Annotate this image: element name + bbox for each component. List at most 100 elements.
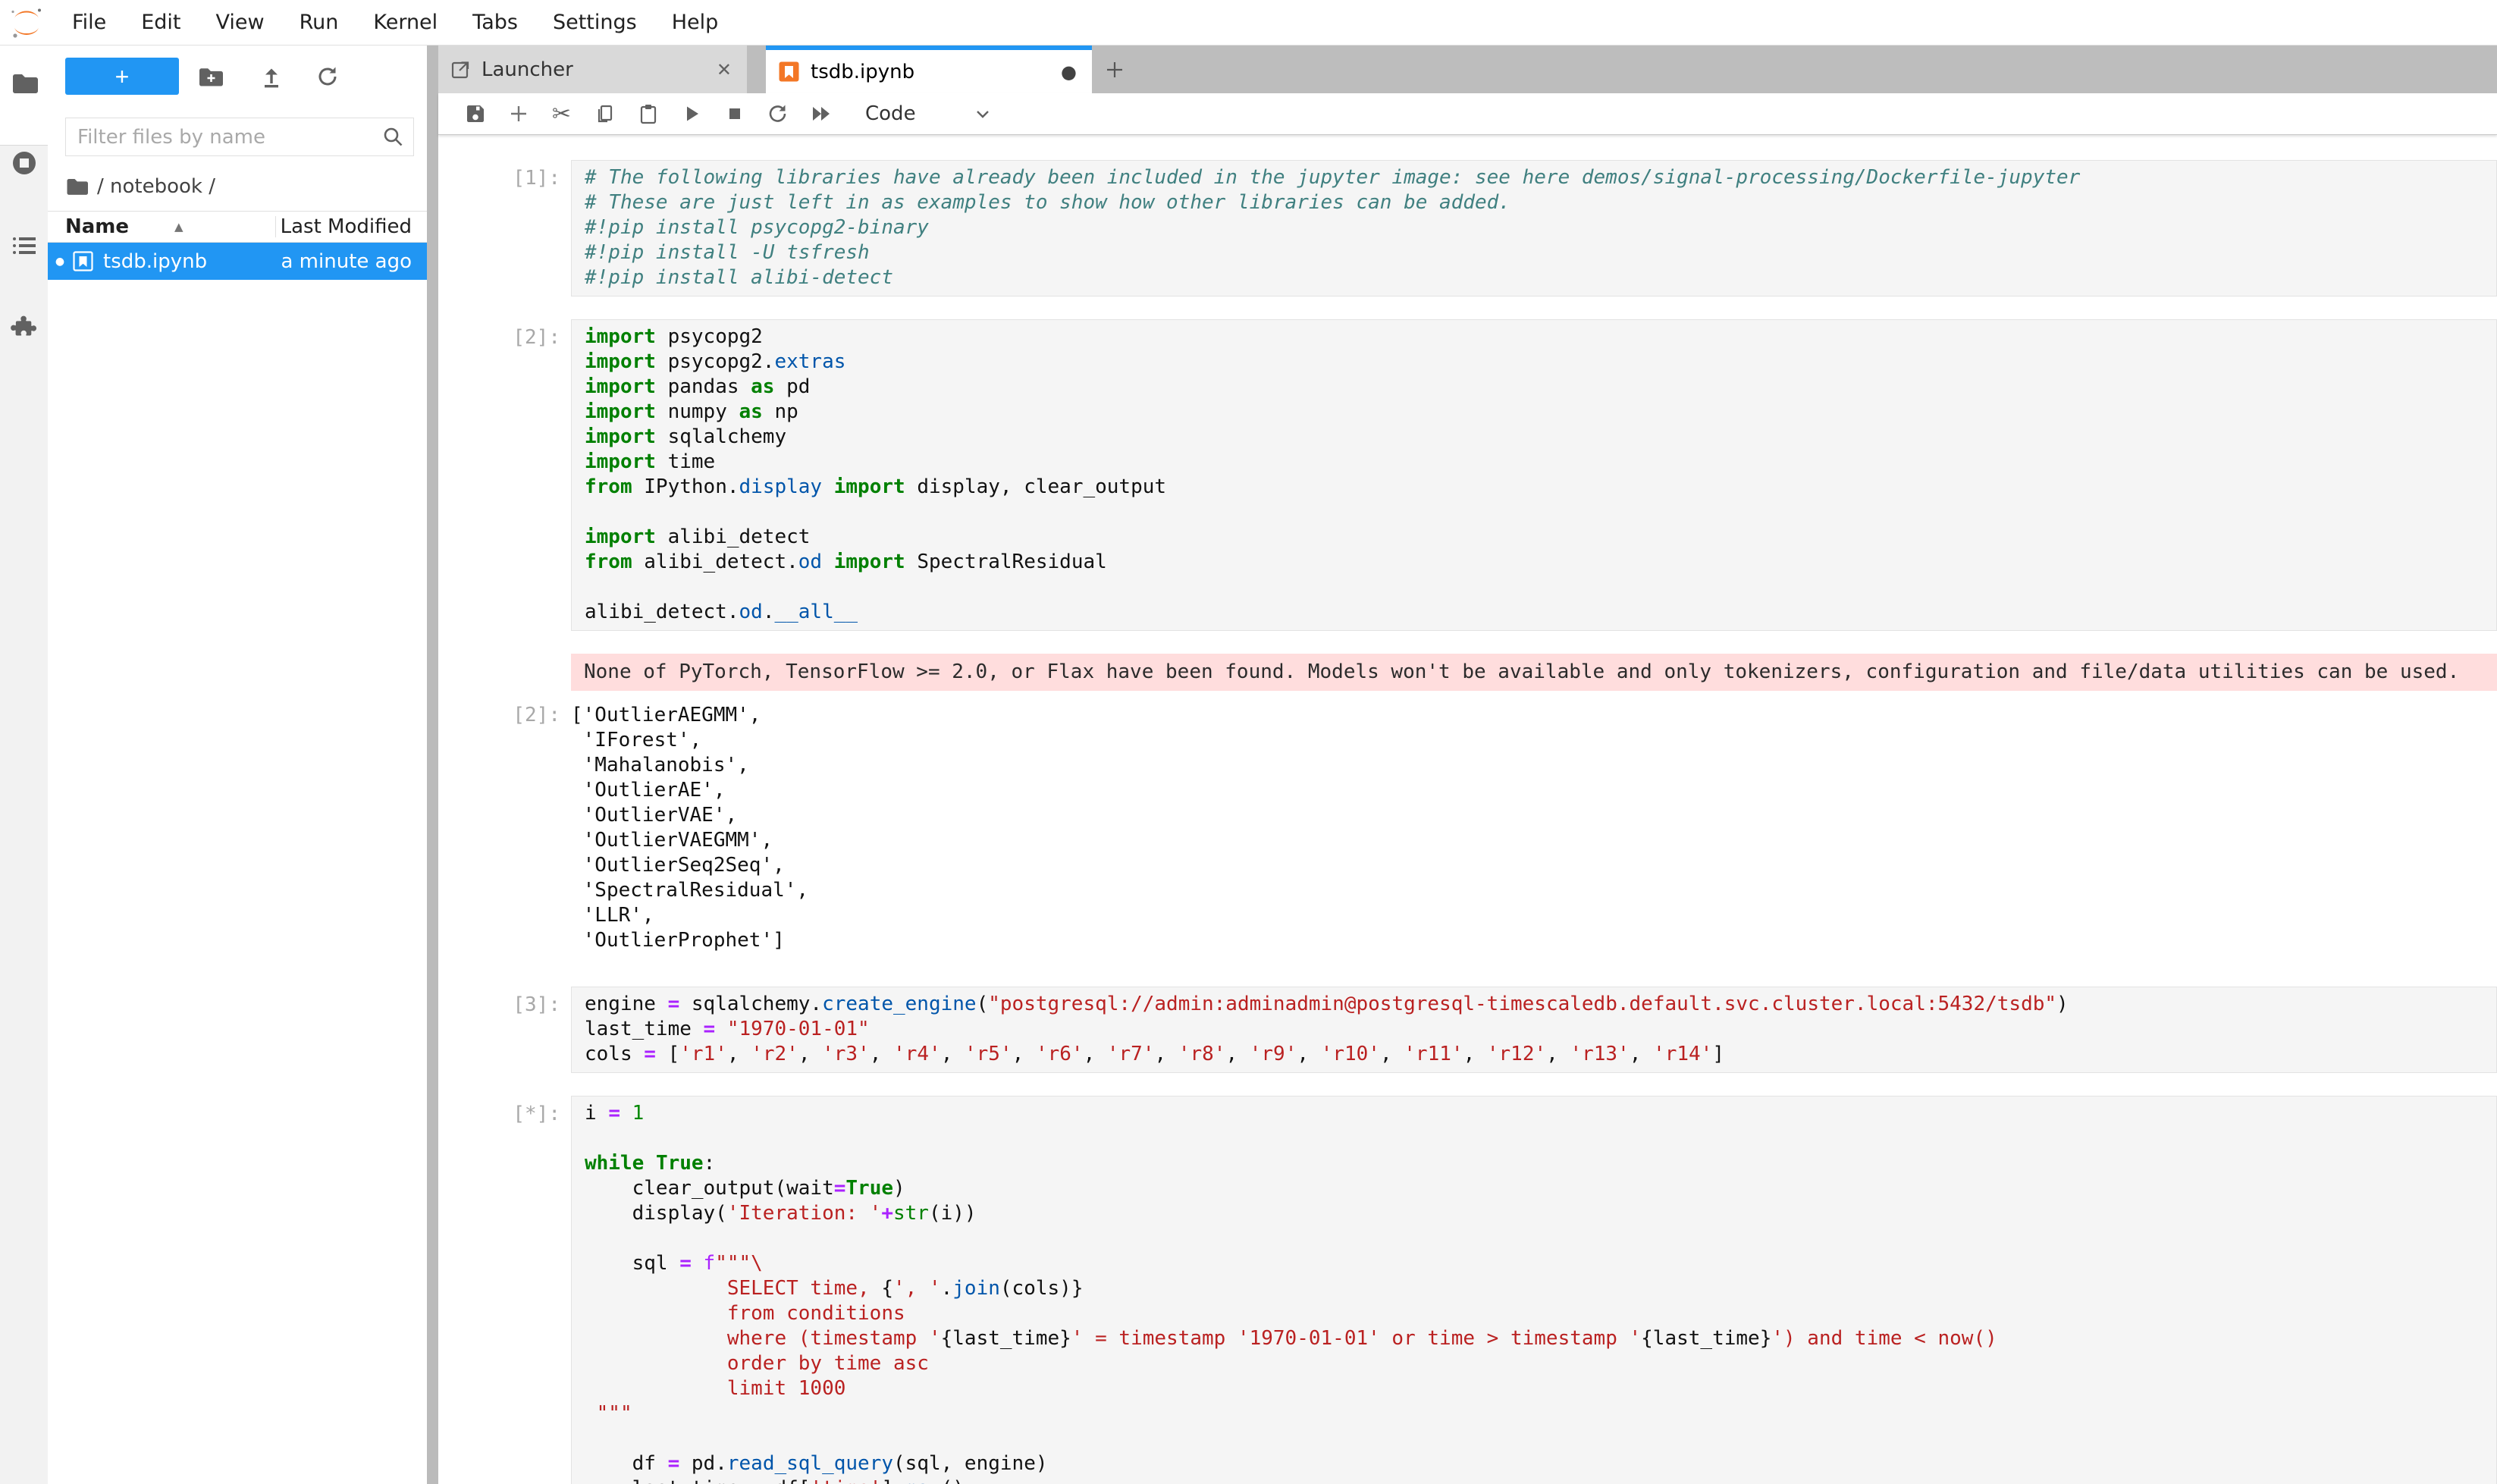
notebook-code-cell[interactable]: [*]:i = 1 while True: clear_output(wait=… — [438, 1096, 2497, 1484]
menu-item-kernel[interactable]: Kernel — [356, 0, 455, 45]
code-line: import alibi_detect — [585, 525, 2496, 550]
running-kernels-icon[interactable] — [11, 149, 38, 177]
tab-launcher[interactable]: Launcher✕ — [438, 45, 747, 93]
code-line: limit 1000 — [585, 1376, 2496, 1401]
column-last-modified[interactable]: Last Modified — [281, 215, 412, 238]
paste-cells-button[interactable] — [626, 99, 670, 129]
notebook-code-cell[interactable]: [2]:import psycopg2import psycopg2.extra… — [438, 319, 2497, 631]
code-line: i = 1 — [585, 1101, 2496, 1126]
jupyter-logo-icon — [9, 5, 44, 40]
new-tab-button[interactable] — [1092, 45, 1137, 93]
execute-result-text: ['OutlierAEGMM', 'IForest', 'Mahalanobis… — [571, 695, 808, 953]
search-icon — [381, 125, 406, 149]
code-line — [585, 1126, 2496, 1151]
code-line — [585, 500, 2496, 525]
filter-files-box — [65, 118, 414, 156]
cell-type-dropdown[interactable]: Code — [865, 102, 993, 125]
tab-tsdb-ipynb[interactable]: tsdb.ipynb● — [766, 45, 1092, 93]
code-line: # The following libraries have already b… — [585, 165, 2496, 190]
menu-item-settings[interactable]: Settings — [535, 0, 654, 45]
code-line: display('Iteration: '+str(i)) — [585, 1201, 2496, 1226]
cell-input-editor[interactable]: i = 1 while True: clear_output(wait=True… — [571, 1096, 2497, 1484]
upload-icon[interactable] — [259, 64, 284, 89]
tab-bar: Launcher✕ tsdb.ipynb● — [438, 45, 2497, 93]
notebook-file-icon — [778, 61, 800, 83]
restart-run-all-button[interactable] — [799, 99, 842, 129]
home-folder-icon[interactable] — [65, 175, 88, 198]
cell-input-prompt: [*]: — [438, 1096, 571, 1127]
menu-item-run[interactable]: Run — [282, 0, 356, 45]
copy-cells-button[interactable] — [583, 99, 626, 129]
interrupt-kernel-button[interactable] — [713, 99, 756, 129]
activity-bar — [0, 45, 48, 1484]
menu-item-edit[interactable]: Edit — [124, 0, 198, 45]
run-cell-button[interactable] — [670, 99, 713, 129]
code-line: import numpy as np — [585, 400, 2496, 425]
code-line: df = pd.read_sql_query(sql, engine) — [585, 1451, 2496, 1476]
cell-input-prompt: [3]: — [438, 987, 571, 1018]
new-launcher-button[interactable]: + — [65, 58, 179, 95]
cell-input-editor[interactable]: import psycopg2import psycopg2.extrasimp… — [571, 319, 2497, 631]
cell-output-area: [2]:['OutlierAEGMM', 'IForest', 'Mahalan… — [438, 695, 2497, 953]
cell-input-editor[interactable]: # The following libraries have already b… — [571, 160, 2497, 296]
code-line: #!pip install -U tsfresh — [585, 240, 2496, 265]
code-line: #!pip install psycopg2-binary — [585, 215, 2496, 240]
file-row-tsdb-ipynb[interactable]: ●tsdb.ipynba minute ago — [48, 243, 427, 280]
menu-item-view[interactable]: View — [198, 0, 281, 45]
add-cell-button[interactable] — [497, 99, 540, 129]
column-divider — [275, 216, 276, 237]
code-line: #!pip install alibi-detect — [585, 265, 2496, 290]
unsaved-changes-icon[interactable]: ● — [1058, 61, 1080, 83]
column-name[interactable]: Name — [48, 215, 129, 238]
refresh-icon[interactable] — [315, 64, 340, 89]
notebook-code-cell[interactable]: [1]: # The following libraries have alrea… — [438, 160, 2497, 296]
breadcrumb[interactable]: / notebook / — [65, 171, 215, 202]
code-line: import pandas as pd — [585, 375, 2496, 400]
close-icon[interactable]: ✕ — [714, 59, 735, 80]
cell-output-prompt: [2]: — [438, 695, 571, 728]
cell-input-prompt: [1]: — [438, 160, 571, 191]
file-list-header: Name ▲ Last Modified — [48, 211, 427, 243]
code-line — [585, 1226, 2496, 1251]
restart-kernel-button[interactable] — [756, 99, 799, 129]
file-browser-icon[interactable] — [11, 70, 38, 97]
code-line — [585, 1426, 2496, 1451]
notebook-code-cell[interactable]: [3]:engine = sqlalchemy.create_engine("p… — [438, 987, 2497, 1073]
cell-input-editor[interactable]: engine = sqlalchemy.create_engine("postg… — [571, 987, 2497, 1073]
notebook-content[interactable]: [1]: # The following libraries have alrea… — [438, 135, 2497, 1484]
table-of-contents-icon[interactable] — [11, 232, 38, 259]
panel-splitter[interactable] — [427, 45, 438, 1484]
code-line: cols = ['r1', 'r2', 'r3', 'r4', 'r5', 'r… — [585, 1042, 2496, 1067]
code-line: """ — [585, 1401, 2496, 1426]
jupyterlab-window: FileEditViewRunKernelTabsSettingsHelp — [0, 0, 2497, 1484]
launcher-icon — [450, 59, 471, 80]
menu-item-help[interactable]: Help — [654, 0, 736, 45]
plus-icon — [1103, 58, 1126, 81]
breadcrumb-path: / notebook / — [97, 175, 215, 198]
extensions-icon[interactable] — [11, 313, 38, 340]
code-line: clear_output(wait=True) — [585, 1176, 2496, 1201]
filter-files-input[interactable] — [66, 126, 381, 149]
code-line: order by time asc — [585, 1351, 2496, 1376]
menu-bar: FileEditViewRunKernelTabsSettingsHelp — [0, 0, 2497, 45]
sort-ascending-icon[interactable]: ▲ — [174, 220, 184, 234]
file-name: tsdb.ipynb — [103, 250, 207, 273]
code-line: import sqlalchemy — [585, 425, 2496, 450]
notebook-file-icon — [72, 250, 94, 272]
code-line: sql = f"""\ — [585, 1251, 2496, 1276]
file-browser-panel: + — [48, 45, 427, 1484]
code-line: # These are just left in as examples to … — [585, 190, 2496, 215]
code-line: import psycopg2 — [585, 325, 2496, 350]
menu-item-tabs[interactable]: Tabs — [455, 0, 535, 45]
chevron-down-icon — [973, 104, 993, 124]
new-folder-icon[interactable] — [198, 64, 224, 89]
save-button[interactable] — [453, 99, 497, 129]
menu-item-file[interactable]: File — [55, 0, 124, 45]
cell-type-value: Code — [865, 102, 916, 125]
code-line: from alibi_detect.od import SpectralResi… — [585, 550, 2496, 575]
code-line: from IPython.display import display, cle… — [585, 475, 2496, 500]
file-list: ●tsdb.ipynba minute ago — [48, 243, 427, 280]
cut-cells-button[interactable]: ✂ — [540, 99, 583, 129]
stderr-output: None of PyTorch, TensorFlow >= 2.0, or F… — [571, 654, 2497, 691]
code-line: alibi_detect.od.__all__ — [585, 600, 2496, 625]
